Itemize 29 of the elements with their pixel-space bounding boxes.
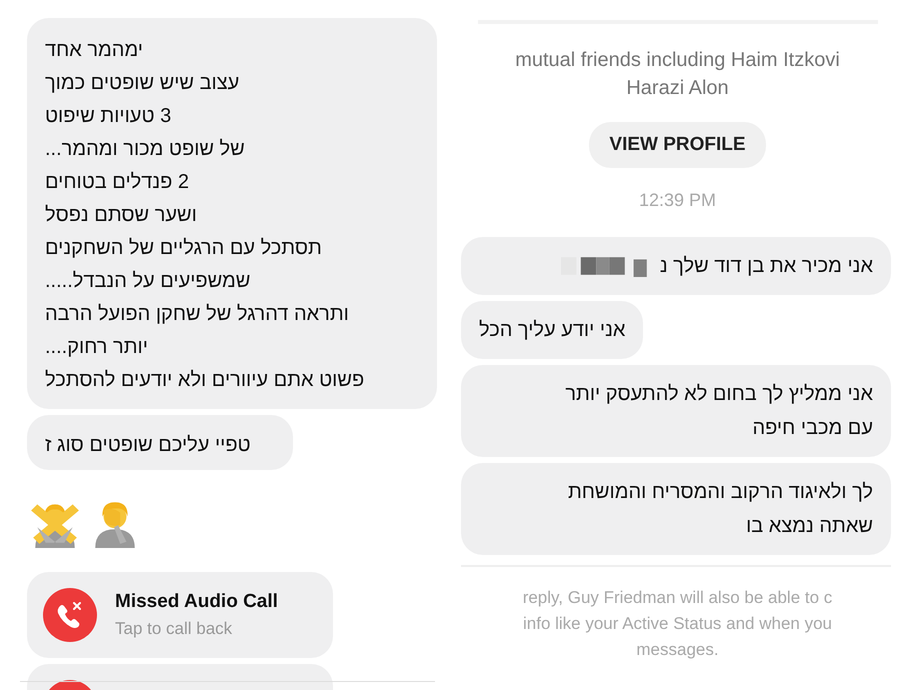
message-line: שאתה נמצא בו: [746, 514, 873, 539]
message-line: אני מכיר את בן דוד שלך נ: [660, 254, 873, 279]
message-line: ותראה דהרגל של שחקן הפועל הרבה: [45, 302, 350, 327]
privacy-notice-text: reply, Guy Friedman will also be able to c: [522, 587, 832, 609]
message-line: יותר רחוק....: [45, 335, 149, 360]
mutual-friends-text: Harazi Alon: [626, 76, 729, 101]
message-line: עצוב שיש שופטים כמוך: [45, 71, 240, 96]
message-line: תסתכל עם הרגליים של השחקנים: [45, 236, 323, 261]
message-line: שמשפיעים על הנבדל.....: [45, 269, 252, 294]
message-line: אני ממליץ לך בחום לא להתעסק יותר: [565, 382, 873, 407]
privacy-notice-text: messages.: [636, 639, 719, 661]
call-subtitle: Tap to call back: [115, 619, 234, 639]
message-line: עם מכבי חיפה: [752, 416, 873, 441]
message-line: טפיי עליכם שופטים סוג ז: [45, 433, 252, 458]
message-line: אני יודע עליך הכל: [479, 318, 626, 343]
call-title: Missed Audio Call: [115, 591, 278, 613]
view-profile-button[interactable]: VIEW PROFILE: [589, 122, 766, 168]
message-line: 3 טעויות שיפוט: [45, 104, 172, 129]
message-line: ימהמר אחד: [45, 38, 144, 63]
message-line: 2 פנדלים בטוחים: [45, 170, 190, 195]
missed-call-icon: [43, 588, 97, 642]
missed-call-bubble[interactable]: Missed Audio Call Tap to call back: [27, 572, 333, 658]
privacy-notice-text: info like your Active Status and when you: [522, 613, 832, 635]
message-line: לך ולאיגוד הרקוב והמסריח והמושחת: [568, 480, 873, 505]
mutual-friends-text: mutual friends including Haim Itzkovi: [515, 48, 840, 73]
message-line: פשוט אתם עיוורים ולא יודעים להסתכל: [45, 368, 366, 393]
timestamp: 12:39 PM: [638, 190, 716, 211]
message-line: של שופט מכור ומהמר...: [45, 137, 246, 162]
message-line: ושער שסתם נפסל: [45, 203, 198, 228]
